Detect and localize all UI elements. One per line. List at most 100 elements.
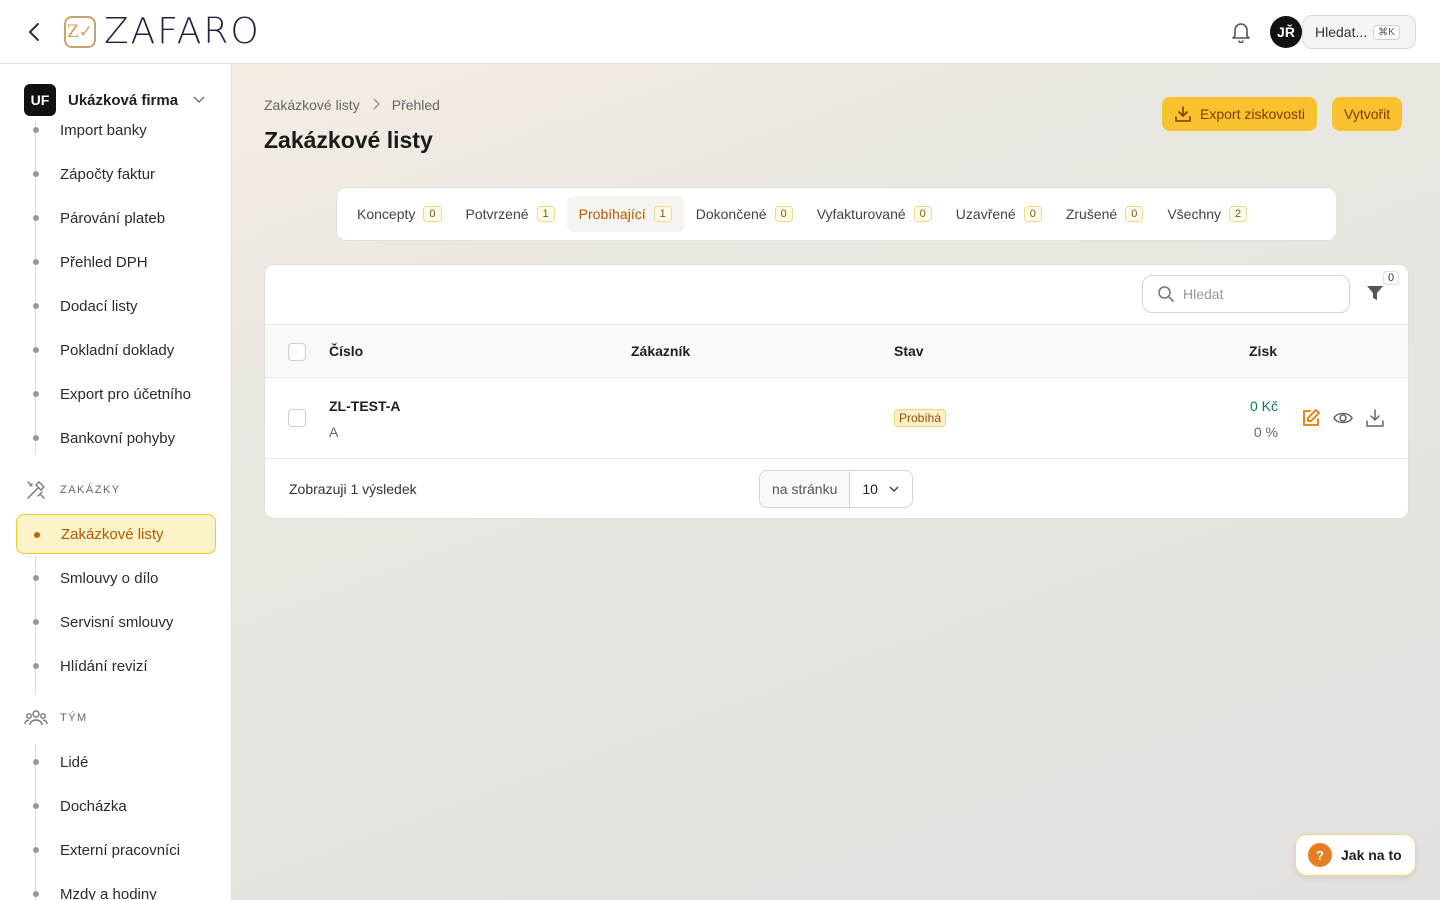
per-page-dropdown[interactable]: 10 <box>850 481 912 497</box>
tab-zrusene[interactable]: Zrušené 0 <box>1054 196 1155 232</box>
sidebar-item-hlidani-revizi[interactable]: Hlídání revizí <box>16 646 216 686</box>
sidebar-item-lide[interactable]: Lidé <box>16 742 216 782</box>
table-search[interactable] <box>1142 275 1350 313</box>
tab-count: 0 <box>774 206 793 222</box>
filter-icon[interactable] <box>1365 283 1385 303</box>
nav-dot <box>33 803 39 809</box>
col-profit[interactable]: Zisk <box>1249 343 1277 359</box>
sidebar-item-label: Přehled DPH <box>60 253 148 271</box>
sidebar-item-prehled-dph[interactable]: Přehled DPH <box>16 242 216 282</box>
sidebar-item-label: Zápočty faktur <box>60 165 156 183</box>
back-arrow-icon[interactable] <box>22 20 46 44</box>
row-profit: 0 Kč <box>1249 398 1278 414</box>
per-page-select[interactable]: na stránku 10 <box>759 470 913 508</box>
edit-icon[interactable] <box>1301 408 1321 428</box>
chevron-down-icon <box>193 96 205 104</box>
tab-vsechny[interactable]: Všechny 2 <box>1155 196 1259 232</box>
global-search-button[interactable]: Hledat... ⌘K <box>1302 15 1416 49</box>
nav-dot <box>33 891 39 897</box>
search-input[interactable] <box>1183 286 1333 302</box>
sidebar: UF Ukázková firma Import banky Zápočty f… <box>0 64 232 900</box>
tab-dokoncene[interactable]: Dokončené 0 <box>684 196 805 232</box>
section-zakazky[interactable]: ZAKÁZKY <box>24 478 121 502</box>
filter-count-badge: 0 <box>1383 271 1400 285</box>
col-status[interactable]: Stav <box>894 343 924 359</box>
nav-dot <box>34 532 40 538</box>
results-count: Zobrazuji 1 výsledek <box>289 481 417 497</box>
tab-uzavrene[interactable]: Uzavřené 0 <box>944 196 1054 232</box>
question-icon: ? <box>1308 843 1332 867</box>
col-number[interactable]: Číslo <box>329 343 363 359</box>
view-eye-icon[interactable] <box>1333 408 1353 428</box>
nav-dot <box>33 575 39 581</box>
nav-dot <box>33 259 39 265</box>
export-profitability-button[interactable]: Export ziskovosti <box>1162 97 1318 131</box>
section-tym[interactable]: TÝM <box>24 706 88 730</box>
status-tabs: Koncepty 0 Potvrzené 1 Probíhající 1 Dokonč… <box>336 187 1337 241</box>
tab-label: Všechny <box>1167 206 1222 222</box>
sidebar-item-zakazkove-listy[interactable]: Zakázkové listy <box>16 514 216 554</box>
col-customer[interactable]: Zákazník <box>631 343 690 359</box>
user-avatar[interactable]: JŘ <box>1270 16 1302 48</box>
nav-dot <box>33 171 39 177</box>
sidebar-item-label: Zakázkové listy <box>61 525 164 543</box>
sidebar-item-zapocty-faktur[interactable]: Zápočty faktur <box>16 154 216 194</box>
nav-dot <box>33 127 39 133</box>
sidebar-item-dochazka[interactable]: Docházka <box>16 786 216 826</box>
sidebar-item-servisni-smlouvy[interactable]: Servisní smlouvy <box>16 602 216 642</box>
row-profit-pct: 0 % <box>1253 424 1278 440</box>
results-card: 0 Číslo Zákazník Stav Zisk ZL-TEST-A A P… <box>264 264 1409 519</box>
sidebar-item-pokladni-doklady[interactable]: Pokladní doklady <box>16 330 216 370</box>
row-number[interactable]: ZL-TEST-A <box>329 398 401 414</box>
company-name: Ukázková firma <box>68 91 179 109</box>
sidebar-item-import-banky[interactable]: Import banky <box>16 110 216 150</box>
sidebar-item-export-pro-ucetniho[interactable]: Export pro účetního <box>16 374 216 414</box>
section-title: ZAKÁZKY <box>60 484 121 496</box>
logo[interactable]: Z✓ ZAFARO <box>64 14 261 50</box>
create-button[interactable]: Vytvořit <box>1332 97 1403 131</box>
search-icon <box>1158 286 1174 302</box>
per-page-value: 10 <box>862 481 878 497</box>
nav-dot <box>33 391 39 397</box>
tools-icon <box>27 481 45 499</box>
tab-potvrzene[interactable]: Potvrzené 1 <box>454 196 567 232</box>
tab-label: Koncepty <box>357 206 416 222</box>
sidebar-item-label: Bankovní pohyby <box>60 429 176 447</box>
chevron-right-icon <box>372 97 380 113</box>
breadcrumb-link[interactable]: Zakázkové listy <box>264 97 360 113</box>
tab-count: 0 <box>1023 206 1042 222</box>
tab-count: 0 <box>913 206 932 222</box>
help-button[interactable]: ? Jak na to <box>1295 834 1416 876</box>
nav-dot <box>33 435 39 441</box>
tab-count: 0 <box>1125 206 1144 222</box>
download-icon <box>1175 106 1191 122</box>
shortcut-badge: ⌘K <box>1373 24 1400 40</box>
bell-icon[interactable] <box>1229 20 1253 44</box>
top-bar: Z✓ ZAFARO JŘ Hledat... ⌘K <box>0 0 1440 64</box>
tab-label: Zrušené <box>1065 206 1118 222</box>
sidebar-item-parovani-plateb[interactable]: Párování plateb <box>16 198 216 238</box>
sidebar-item-bankovni-pohyby[interactable]: Bankovní pohyby <box>16 418 216 458</box>
export-label: Export ziskovosti <box>1200 106 1306 122</box>
tab-label: Probíhající <box>578 206 646 222</box>
sidebar-item-label: Lidé <box>60 753 89 771</box>
tab-vyfakturovane[interactable]: Vyfakturované 0 <box>805 196 944 232</box>
sidebar-item-externi-pracovnici[interactable]: Externí pracovníci <box>16 830 216 870</box>
sidebar-item-label: Servisní smlouvy <box>60 613 174 631</box>
tab-probihajici[interactable]: Probíhající 1 <box>566 196 684 232</box>
sidebar-item-label: Export pro účetního <box>60 385 191 403</box>
sidebar-item-smlouvy-o-dilo[interactable]: Smlouvy o dílo <box>16 558 216 598</box>
sidebar-item-dodaci-listy[interactable]: Dodací listy <box>16 286 216 326</box>
row-checkbox[interactable] <box>288 409 306 427</box>
sidebar-item-label: Import banky <box>60 121 147 139</box>
page-title: Zakázkové listy <box>264 127 433 153</box>
tab-koncepty[interactable]: Koncepty 0 <box>345 196 454 232</box>
table-row[interactable]: ZL-TEST-A A Probíhá 0 Kč 0 % <box>265 378 1408 459</box>
select-all-checkbox[interactable] <box>288 343 306 361</box>
table-header: Číslo Zákazník Stav Zisk <box>265 324 1408 378</box>
tab-label: Vyfakturované <box>816 206 906 222</box>
tab-count: 2 <box>1229 206 1248 222</box>
sidebar-item-mzdy-a-hodiny[interactable]: Mzdy a hodiny <box>16 874 216 900</box>
download-icon[interactable] <box>1365 408 1385 428</box>
breadcrumb-current: Přehled <box>391 97 440 113</box>
